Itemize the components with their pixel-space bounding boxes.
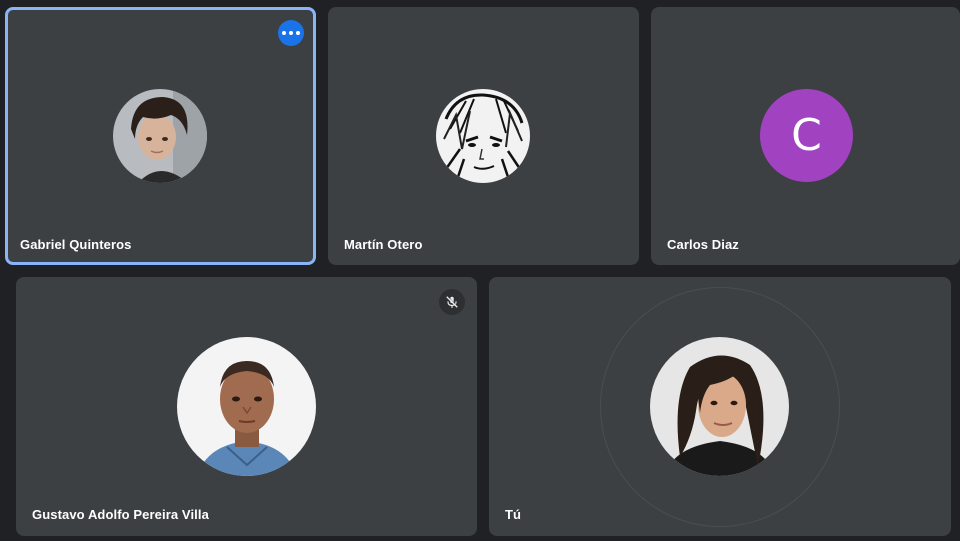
avatar (177, 337, 316, 476)
avatar-letter: C (760, 89, 853, 182)
more-icon-dot (282, 31, 286, 35)
participant-name: Carlos Diaz (667, 237, 739, 252)
participant-name: Gustavo Adolfo Pereira Villa (32, 507, 209, 522)
participant-tile-martin[interactable]: Martín Otero (328, 7, 639, 265)
participant-name: Martín Otero (344, 237, 423, 252)
participant-tile-carlos[interactable]: C Carlos Diaz (651, 7, 960, 265)
avatar (436, 89, 530, 183)
meeting-grid: Gabriel Quinteros Martín Otero C Carlos … (0, 0, 960, 541)
mic-off-icon (439, 289, 465, 315)
avatar (650, 337, 789, 476)
more-icon-dot (296, 31, 300, 35)
participant-name: Tú (505, 507, 522, 522)
avatar (113, 89, 207, 183)
more-icon-dot (289, 31, 293, 35)
participant-tile-self[interactable]: Tú (489, 277, 951, 536)
participant-tile-gustavo[interactable]: Gustavo Adolfo Pereira Villa (16, 277, 477, 536)
more-options-button[interactable] (278, 20, 304, 46)
participant-name: Gabriel Quinteros (20, 237, 132, 252)
participant-tile-gabriel[interactable]: Gabriel Quinteros (5, 7, 316, 265)
